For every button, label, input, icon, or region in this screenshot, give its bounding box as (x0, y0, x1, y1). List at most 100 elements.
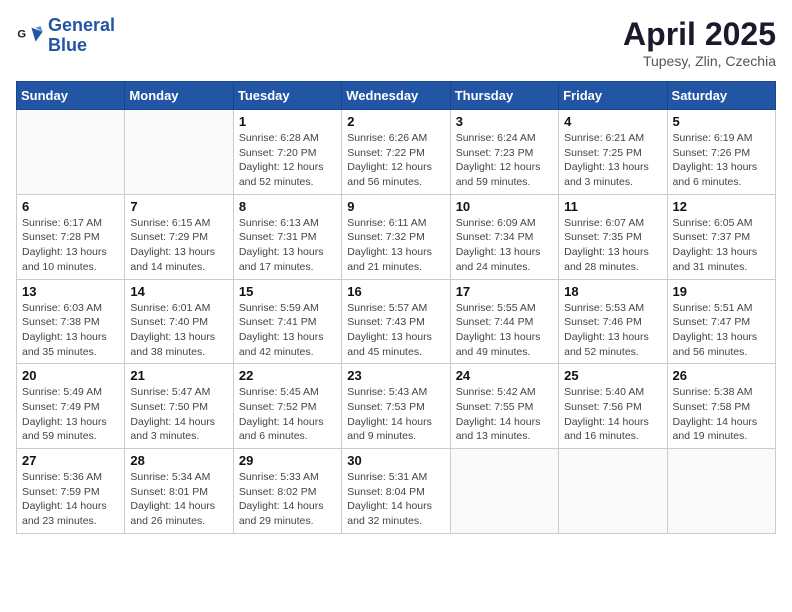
calendar-cell-w5-d5 (559, 449, 667, 534)
day-detail: Sunrise: 5:38 AMSunset: 7:58 PMDaylight:… (673, 385, 770, 444)
header-row: Sunday Monday Tuesday Wednesday Thursday… (17, 82, 776, 110)
day-detail: Sunrise: 6:24 AMSunset: 7:23 PMDaylight:… (456, 131, 553, 190)
calendar-cell-w5-d4 (450, 449, 558, 534)
day-detail: Sunrise: 5:49 AMSunset: 7:49 PMDaylight:… (22, 385, 119, 444)
day-detail: Sunrise: 5:59 AMSunset: 7:41 PMDaylight:… (239, 301, 336, 360)
header-saturday: Saturday (667, 82, 775, 110)
day-number: 13 (22, 284, 119, 299)
day-detail: Sunrise: 6:07 AMSunset: 7:35 PMDaylight:… (564, 216, 661, 275)
day-detail: Sunrise: 6:26 AMSunset: 7:22 PMDaylight:… (347, 131, 444, 190)
header-sunday: Sunday (17, 82, 125, 110)
calendar-cell-w1-d4: 3Sunrise: 6:24 AMSunset: 7:23 PMDaylight… (450, 110, 558, 195)
day-number: 7 (130, 199, 227, 214)
day-detail: Sunrise: 6:05 AMSunset: 7:37 PMDaylight:… (673, 216, 770, 275)
calendar-cell-w3-d0: 13 Sunrise: 6:03 AMSunset: 7:38 PMDayligh… (17, 279, 125, 364)
header-thursday: Thursday (450, 82, 558, 110)
calendar-cell-w5-d1: 28 Sunrise: 5:34 AMSunset: 8:01 PMDayligh… (125, 449, 233, 534)
calendar-cell-w4-d2: 22 Sunrise: 5:45 AMSunset: 7:52 PMDayligh… (233, 364, 341, 449)
calendar-cell-w3-d3: 16 Sunrise: 5:57 AMSunset: 7:43 PMDayligh… (342, 279, 450, 364)
week-row-2: 6Sunrise: 6:17 AMSunset: 7:28 PMDaylight… (17, 194, 776, 279)
calendar-cell-w4-d3: 23Sunrise: 5:43 AMSunset: 7:53 PMDayligh… (342, 364, 450, 449)
location: Tupesy, Zlin, Czechia (623, 53, 776, 69)
calendar-cell-w1-d3: 2 Sunrise: 6:26 AMSunset: 7:22 PMDaylight… (342, 110, 450, 195)
day-detail: Sunrise: 5:36 AMSunset: 7:59 PMDaylight:… (22, 470, 119, 529)
day-detail: Sunrise: 6:19 AMSunset: 7:26 PMDaylight:… (673, 131, 770, 190)
header-wednesday: Wednesday (342, 82, 450, 110)
calendar-cell-w3-d1: 14 Sunrise: 6:01 AMSunset: 7:40 PMDayligh… (125, 279, 233, 364)
day-number: 15 (239, 284, 336, 299)
calendar-cell-w1-d6: 5 Sunrise: 6:19 AMSunset: 7:26 PMDaylight… (667, 110, 775, 195)
day-detail: Sunrise: 6:03 AMSunset: 7:38 PMDaylight:… (22, 301, 119, 360)
day-number: 6 (22, 199, 119, 214)
week-row-4: 20 Sunrise: 5:49 AMSunset: 7:49 PMDayligh… (17, 364, 776, 449)
calendar-cell-w4-d1: 21 Sunrise: 5:47 AMSunset: 7:50 PMDayligh… (125, 364, 233, 449)
logo-text: General Blue (48, 16, 115, 56)
week-row-1: 1Sunrise: 6:28 AMSunset: 7:20 PMDaylight… (17, 110, 776, 195)
day-number: 21 (130, 368, 227, 383)
day-number: 16 (347, 284, 444, 299)
calendar-cell-w5-d0: 27 Sunrise: 5:36 AMSunset: 7:59 PMDayligh… (17, 449, 125, 534)
day-number: 11 (564, 199, 661, 214)
calendar-cell-w4-d5: 25 Sunrise: 5:40 AMSunset: 7:56 PMDayligh… (559, 364, 667, 449)
day-detail: Sunrise: 5:53 AMSunset: 7:46 PMDaylight:… (564, 301, 661, 360)
calendar-table: Sunday Monday Tuesday Wednesday Thursday… (16, 81, 776, 534)
header-monday: Monday (125, 82, 233, 110)
header-tuesday: Tuesday (233, 82, 341, 110)
day-detail: Sunrise: 5:40 AMSunset: 7:56 PMDaylight:… (564, 385, 661, 444)
week-row-5: 27 Sunrise: 5:36 AMSunset: 7:59 PMDayligh… (17, 449, 776, 534)
calendar-cell-w2-d0: 6Sunrise: 6:17 AMSunset: 7:28 PMDaylight… (17, 194, 125, 279)
day-number: 2 (347, 114, 444, 129)
calendar-cell-w4-d0: 20 Sunrise: 5:49 AMSunset: 7:49 PMDayligh… (17, 364, 125, 449)
logo-icon: G (16, 22, 44, 50)
calendar-cell-w3-d5: 18 Sunrise: 5:53 AMSunset: 7:46 PMDayligh… (559, 279, 667, 364)
calendar-cell-w1-d1 (125, 110, 233, 195)
day-number: 8 (239, 199, 336, 214)
day-number: 27 (22, 453, 119, 468)
day-detail: Sunrise: 5:42 AMSunset: 7:55 PMDaylight:… (456, 385, 553, 444)
day-number: 20 (22, 368, 119, 383)
day-number: 18 (564, 284, 661, 299)
calendar-cell-w5-d2: 29Sunrise: 5:33 AMSunset: 8:02 PMDayligh… (233, 449, 341, 534)
day-number: 10 (456, 199, 553, 214)
day-number: 1 (239, 114, 336, 129)
calendar-header: Sunday Monday Tuesday Wednesday Thursday… (17, 82, 776, 110)
calendar-cell-w4-d4: 24Sunrise: 5:42 AMSunset: 7:55 PMDayligh… (450, 364, 558, 449)
logo-line1: General (48, 15, 115, 35)
calendar-cell-w1-d5: 4Sunrise: 6:21 AMSunset: 7:25 PMDaylight… (559, 110, 667, 195)
day-detail: Sunrise: 6:11 AMSunset: 7:32 PMDaylight:… (347, 216, 444, 275)
day-detail: Sunrise: 5:57 AMSunset: 7:43 PMDaylight:… (347, 301, 444, 360)
month-year: April 2025 (623, 16, 776, 53)
day-number: 14 (130, 284, 227, 299)
calendar-cell-w3-d4: 17 Sunrise: 5:55 AMSunset: 7:44 PMDayligh… (450, 279, 558, 364)
calendar-cell-w5-d6 (667, 449, 775, 534)
calendar-cell-w1-d2: 1Sunrise: 6:28 AMSunset: 7:20 PMDaylight… (233, 110, 341, 195)
calendar-cell-w2-d3: 9 Sunrise: 6:11 AMSunset: 7:32 PMDaylight… (342, 194, 450, 279)
week-row-3: 13 Sunrise: 6:03 AMSunset: 7:38 PMDayligh… (17, 279, 776, 364)
calendar-cell-w5-d3: 30Sunrise: 5:31 AMSunset: 8:04 PMDayligh… (342, 449, 450, 534)
calendar-cell-w2-d6: 12 Sunrise: 6:05 AMSunset: 7:37 PMDayligh… (667, 194, 775, 279)
calendar-cell-w3-d6: 19Sunrise: 5:51 AMSunset: 7:47 PMDayligh… (667, 279, 775, 364)
day-number: 28 (130, 453, 227, 468)
day-detail: Sunrise: 5:31 AMSunset: 8:04 PMDaylight:… (347, 470, 444, 529)
day-number: 17 (456, 284, 553, 299)
day-number: 26 (673, 368, 770, 383)
calendar-cell-w2-d4: 10Sunrise: 6:09 AMSunset: 7:34 PMDayligh… (450, 194, 558, 279)
day-detail: Sunrise: 5:55 AMSunset: 7:44 PMDaylight:… (456, 301, 553, 360)
day-detail: Sunrise: 5:47 AMSunset: 7:50 PMDaylight:… (130, 385, 227, 444)
day-number: 9 (347, 199, 444, 214)
title-block: April 2025 Tupesy, Zlin, Czechia (623, 16, 776, 69)
calendar-cell-w3-d2: 15 Sunrise: 5:59 AMSunset: 7:41 PMDayligh… (233, 279, 341, 364)
day-number: 5 (673, 114, 770, 129)
calendar-cell-w2-d1: 7Sunrise: 6:15 AMSunset: 7:29 PMDaylight… (125, 194, 233, 279)
day-detail: Sunrise: 5:43 AMSunset: 7:53 PMDaylight:… (347, 385, 444, 444)
day-detail: Sunrise: 6:01 AMSunset: 7:40 PMDaylight:… (130, 301, 227, 360)
day-number: 12 (673, 199, 770, 214)
calendar-cell-w2-d2: 8Sunrise: 6:13 AMSunset: 7:31 PMDaylight… (233, 194, 341, 279)
day-detail: Sunrise: 5:51 AMSunset: 7:47 PMDaylight:… (673, 301, 770, 360)
page-header: G General Blue April 2025 Tupesy, Zlin, … (16, 16, 776, 69)
day-number: 25 (564, 368, 661, 383)
day-detail: Sunrise: 5:45 AMSunset: 7:52 PMDaylight:… (239, 385, 336, 444)
calendar-cell-w1-d0 (17, 110, 125, 195)
day-detail: Sunrise: 5:34 AMSunset: 8:01 PMDaylight:… (130, 470, 227, 529)
day-number: 22 (239, 368, 336, 383)
